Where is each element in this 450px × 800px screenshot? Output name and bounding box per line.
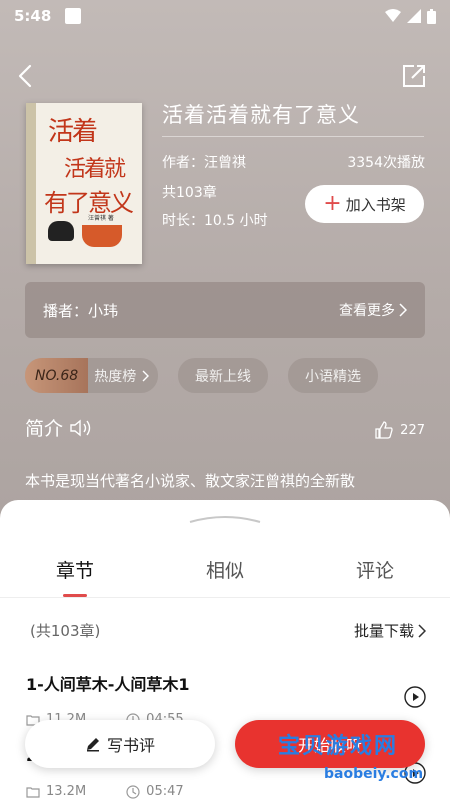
cover-title-line1: 活着 [48, 117, 98, 147]
thumbs-up-icon [375, 421, 393, 439]
title-divider [162, 136, 424, 137]
sheet-tabs: 章节 相似 评论 [0, 556, 450, 583]
intro-heading: 简介 [25, 414, 95, 441]
narrator-label: 播者：小玮 [43, 301, 119, 320]
cover-basket-illustration [82, 225, 122, 247]
sheet-handle[interactable] [188, 514, 262, 524]
batch-download-button[interactable]: 批量下载 [354, 620, 426, 641]
cover-spine [26, 103, 36, 264]
tab-similar[interactable]: 相似 [150, 556, 300, 583]
status-time: 5:48 [14, 7, 52, 25]
add-to-shelf-button[interactable]: + 加入书架 [305, 185, 424, 223]
play-icon[interactable] [404, 686, 426, 708]
chapter-time: 05:47 [126, 784, 184, 799]
like-count: 227 [400, 422, 425, 438]
like-button[interactable]: 227 [374, 420, 425, 440]
tag-featured[interactable]: 小语精选 [288, 358, 378, 393]
chevron-right-icon [142, 370, 150, 381]
chapter-total: (共103章) [30, 622, 101, 640]
folder-icon [26, 786, 40, 798]
narrator-bar[interactable]: 播者：小玮 查看更多 [25, 282, 425, 338]
tab-chapters[interactable]: 章节 [0, 556, 150, 583]
status-icons [385, 8, 436, 24]
rank-number: NO.68 [25, 358, 89, 393]
batch-download-label: 批量下载 [353, 622, 414, 640]
cover-author: 汪曾祺 著 [88, 215, 114, 222]
cover-cat-illustration [48, 221, 74, 241]
chapter-size: 13.2M [26, 784, 86, 799]
book-cover[interactable]: 活着 活着就 有了意义 汪曾祺 著 [26, 103, 142, 264]
see-more-label: 查看更多 [339, 303, 395, 319]
chevron-right-icon [418, 623, 426, 638]
top-nav [0, 58, 450, 94]
watermark-url: baobeiy.com [324, 766, 424, 782]
add-to-shelf-label: 加入书架 [345, 195, 406, 214]
watermark-text: 宝贝游戏网 [278, 734, 399, 759]
write-review-button[interactable]: 写书评 [25, 720, 215, 768]
back-arrow-icon[interactable] [14, 62, 40, 90]
pencil-icon [86, 738, 99, 752]
chapter-count: 共103章 [162, 185, 217, 201]
plus-icon: + [323, 191, 342, 216]
chapter-meta: 13.2M 05:47 [26, 784, 184, 799]
cover-title-line2: 活着就 [64, 157, 126, 182]
see-more-link[interactable]: 查看更多 [339, 300, 407, 320]
clock-icon [126, 784, 140, 799]
rank-label: 热度榜 [94, 368, 137, 385]
wifi-icon [385, 9, 401, 22]
signal-icon [407, 9, 421, 23]
tabs-divider [0, 597, 450, 598]
book-title: 活着活着就有了意义 [162, 103, 360, 127]
chapter-size-text: 13.2M [46, 784, 87, 799]
rank-tag[interactable]: NO.68 热度榜 [25, 358, 158, 393]
write-review-label: 写书评 [106, 736, 155, 755]
play-count: 3354次播放 [347, 155, 425, 171]
chapter-time-text: 05:47 [146, 784, 184, 799]
intro-text: 本书是现当代著名小说家、散文家汪曾祺的全新散 [25, 472, 356, 490]
book-author: 作者：汪曾祺 [162, 155, 246, 171]
speaker-icon[interactable] [69, 418, 95, 438]
battery-icon [427, 8, 436, 24]
book-duration: 时长：10.5 小时 [162, 213, 268, 229]
tag-new[interactable]: 最新上线 [178, 358, 268, 393]
chevron-right-icon [399, 303, 407, 317]
status-bar: 5:48 [0, 0, 450, 32]
share-icon[interactable] [400, 62, 428, 90]
intro-heading-text: 简介 [25, 418, 64, 440]
tab-comments[interactable]: 评论 [300, 556, 450, 583]
chapter-title[interactable]: 1-人间草木-人间草木1 [26, 671, 190, 695]
notification-icon [65, 8, 82, 24]
